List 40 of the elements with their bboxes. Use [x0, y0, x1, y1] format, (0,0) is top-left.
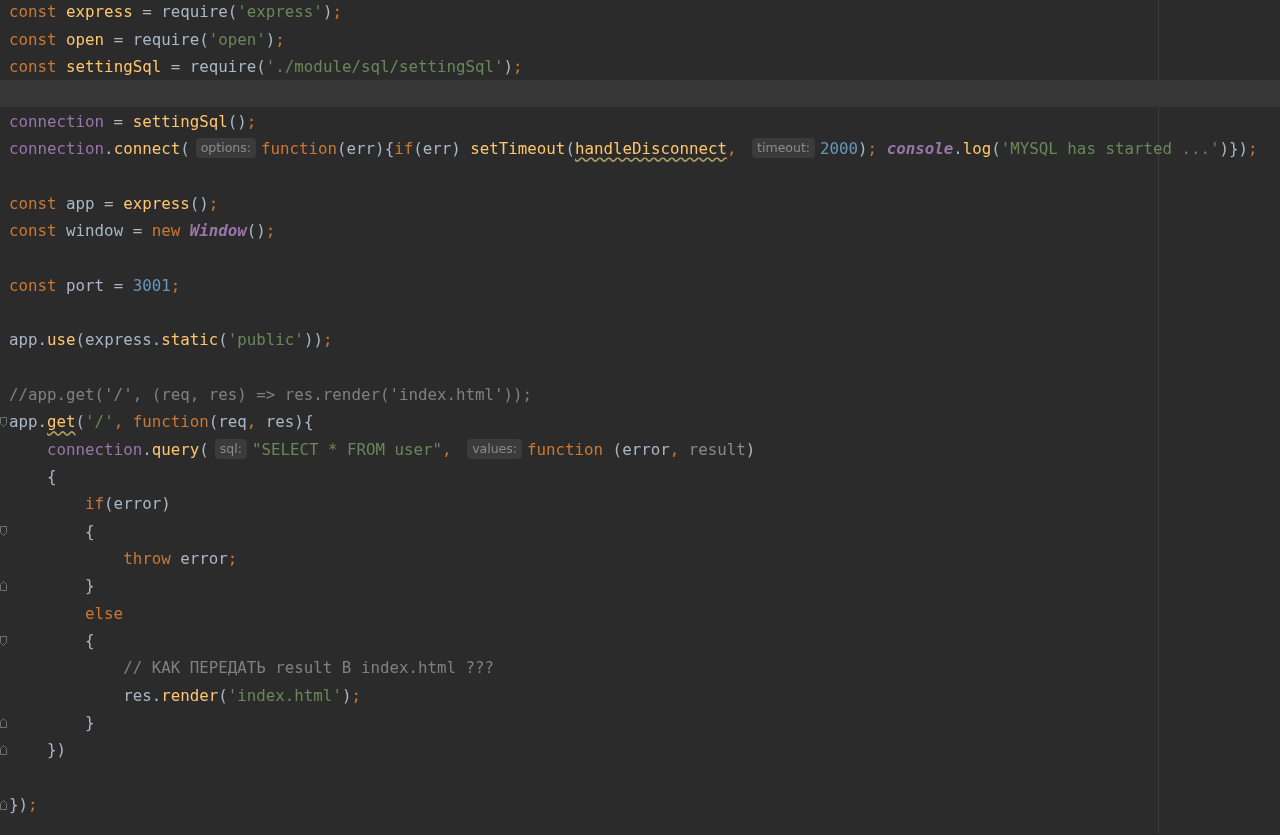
- code-text: "SELECT * FROM user",: [251, 439, 453, 459]
- code-text: const express = require('express');: [9, 2, 342, 22]
- fold-marker-icon[interactable]: [0, 526, 7, 537]
- code-text: const port = 3001;: [9, 275, 181, 295]
- code-text: {: [46, 467, 57, 486]
- code-text: const settingSql = require('./module/sql/settingSql');: [9, 56, 523, 76]
- parameter-hint: sql:: [214, 439, 247, 460]
- fold-marker-icon[interactable]: [0, 580, 7, 591]
- code-text: 2000); console.log('MYSQL has started ...')});: [820, 138, 1258, 158]
- code-text: if(error): [84, 494, 171, 514]
- code-text: connection.query(: [46, 439, 209, 459]
- fold-marker-icon[interactable]: [0, 744, 7, 755]
- code-text: {: [84, 521, 95, 541]
- parameter-hint: timeout:: [752, 138, 816, 159]
- code-text: const window = new Window();: [9, 220, 276, 240]
- code-editor[interactable]: [0, 0, 1280, 833]
- code-text: }): [46, 740, 67, 760]
- code-text: connection = settingSql();: [9, 111, 257, 131]
- code-text: }: [84, 576, 95, 596]
- code-text: throw error;: [122, 549, 238, 569]
- code-text: else: [84, 603, 124, 623]
- code-text: function(err){if(err) setTimeout(handleDisconnect,: [261, 138, 738, 158]
- code-text: function (error, result): [527, 439, 756, 459]
- code-text: const open = require('open');: [9, 29, 285, 49]
- code-text: app.get('/', function(req, res){: [9, 412, 314, 432]
- parameter-hint: options:: [195, 138, 256, 159]
- fold-marker-icon[interactable]: [0, 717, 7, 728]
- code-text: app.use(express.static('public'));: [9, 330, 333, 350]
- fold-marker-icon[interactable]: [0, 799, 7, 810]
- code-text: res.render('index.html');: [122, 685, 361, 705]
- code-text: });: [9, 795, 38, 815]
- code-text: connection.connect(: [9, 138, 190, 158]
- code-text: const app = express();: [9, 193, 219, 213]
- fold-marker-icon[interactable]: [0, 635, 7, 646]
- code-text: //app.get('/', (req, res) => res.render('index.html'));: [9, 385, 533, 404]
- code-text: // КАК ПЕРЕДАТЬ result В index.html ???: [122, 658, 495, 678]
- code-text: {: [84, 631, 95, 651]
- fold-marker-icon[interactable]: [0, 416, 7, 427]
- code-text: }: [84, 713, 95, 733]
- parameter-hint: values:: [467, 439, 522, 460]
